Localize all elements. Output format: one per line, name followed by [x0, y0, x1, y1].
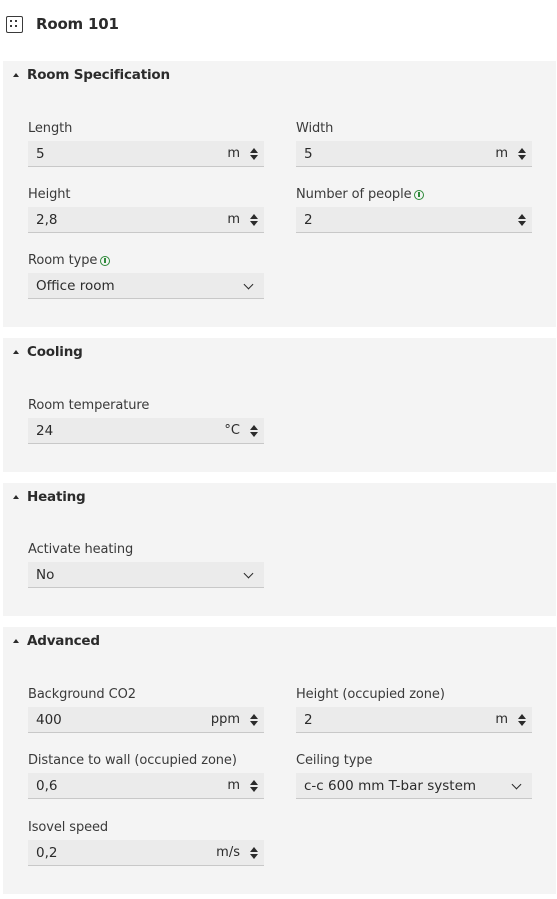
- people-field[interactable]: 2: [296, 207, 532, 233]
- background-co2-label: Background CO2: [28, 687, 136, 702]
- stepper-icon[interactable]: [518, 714, 526, 726]
- activate-heating-label: Activate heating: [28, 542, 134, 557]
- room-title: Room 101: [36, 15, 119, 33]
- chevron-down-icon[interactable]: [511, 779, 522, 790]
- length-field[interactable]: 5 m: [28, 141, 264, 167]
- width-field[interactable]: 5 m: [296, 141, 532, 167]
- room-type-value[interactable]: Office room: [36, 278, 115, 294]
- caret-up-icon: [13, 73, 19, 77]
- length-unit: m: [227, 146, 240, 161]
- section-header-advanced[interactable]: Advanced: [3, 627, 556, 657]
- stepper-icon[interactable]: [250, 148, 258, 160]
- isovel-speed-value[interactable]: 0,2: [36, 845, 57, 861]
- wall-distance-field[interactable]: 0,6 m: [28, 773, 264, 799]
- section-header-cooling[interactable]: Cooling: [3, 338, 556, 368]
- room-header: Room 101: [0, 0, 557, 52]
- stepper-icon[interactable]: [250, 847, 258, 859]
- chevron-down-icon[interactable]: [243, 279, 254, 290]
- background-co2-value[interactable]: 400: [36, 712, 62, 728]
- ceiling-type-select[interactable]: c-c 600 mm T-bar system: [296, 773, 532, 799]
- chevron-down-icon[interactable]: [243, 568, 254, 579]
- occupied-height-field[interactable]: 2 m: [296, 707, 532, 733]
- section-room-specification: Room Specification Length 5 m Width 5 m …: [3, 61, 556, 327]
- section-heating: Heating Activate heating No: [3, 483, 556, 616]
- isovel-speed-field[interactable]: 0,2 m/s: [28, 840, 264, 866]
- isovel-speed-label: Isovel speed: [28, 820, 109, 835]
- caret-up-icon: [13, 350, 19, 354]
- section-title: Room Specification: [27, 67, 170, 83]
- room-type-select[interactable]: Office room: [28, 273, 264, 299]
- room-temperature-value[interactable]: 24: [36, 423, 53, 439]
- activate-heating-value[interactable]: No: [36, 567, 54, 583]
- room-grid-icon: [6, 16, 23, 33]
- activate-heating-select[interactable]: No: [28, 562, 264, 588]
- ceiling-type-value[interactable]: c-c 600 mm T-bar system: [304, 778, 476, 794]
- height-unit: m: [227, 212, 240, 227]
- stepper-icon[interactable]: [250, 214, 258, 226]
- section-advanced: Advanced Background CO2 400 ppm Height (…: [3, 627, 556, 894]
- room-temperature-field[interactable]: 24 °C: [28, 418, 264, 444]
- background-co2-unit: ppm: [210, 712, 240, 727]
- room-temperature-unit: °C: [224, 423, 240, 438]
- stepper-icon[interactable]: [250, 714, 258, 726]
- room-type-label-wrap: Room type: [28, 253, 111, 268]
- stepper-icon[interactable]: [250, 780, 258, 792]
- length-value[interactable]: 5: [36, 146, 45, 162]
- info-icon[interactable]: [100, 255, 111, 266]
- section-header-heating[interactable]: Heating: [3, 483, 556, 513]
- section-cooling: Cooling Room temperature 24 °C: [3, 338, 556, 472]
- room-temperature-label: Room temperature: [28, 398, 150, 413]
- width-label: Width: [296, 121, 334, 136]
- caret-up-icon: [13, 639, 19, 643]
- width-value[interactable]: 5: [304, 146, 313, 162]
- info-icon[interactable]: [414, 189, 425, 200]
- occupied-height-unit: m: [495, 712, 508, 727]
- people-label: Number of people: [296, 187, 412, 202]
- room-type-label: Room type: [28, 253, 98, 268]
- ceiling-type-label: Ceiling type: [296, 753, 373, 768]
- people-value[interactable]: 2: [304, 212, 313, 228]
- section-title: Advanced: [27, 633, 100, 649]
- section-title: Heating: [27, 489, 86, 505]
- section-header-room-specification[interactable]: Room Specification: [3, 61, 556, 91]
- background-co2-field[interactable]: 400 ppm: [28, 707, 264, 733]
- stepper-icon[interactable]: [518, 214, 526, 226]
- height-label: Height: [28, 187, 71, 202]
- occupied-height-label: Height (occupied zone): [296, 687, 445, 702]
- width-unit: m: [495, 146, 508, 161]
- occupied-height-value[interactable]: 2: [304, 712, 313, 728]
- wall-distance-label: Distance to wall (occupied zone): [28, 753, 237, 768]
- caret-up-icon: [13, 495, 19, 499]
- wall-distance-value[interactable]: 0,6: [36, 778, 57, 794]
- height-field[interactable]: 2,8 m: [28, 207, 264, 233]
- stepper-icon[interactable]: [518, 148, 526, 160]
- wall-distance-unit: m: [227, 778, 240, 793]
- people-label-wrap: Number of people: [296, 187, 425, 202]
- section-title: Cooling: [27, 344, 83, 360]
- length-label: Length: [28, 121, 73, 136]
- height-value[interactable]: 2,8: [36, 212, 57, 228]
- stepper-icon[interactable]: [250, 425, 258, 437]
- isovel-speed-unit: m/s: [216, 845, 240, 860]
